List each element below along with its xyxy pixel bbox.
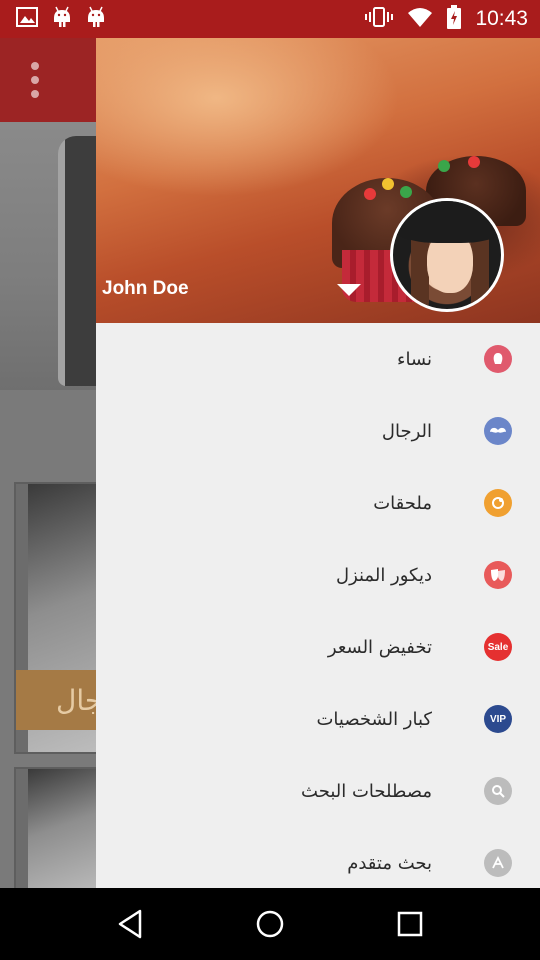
status-time: 10:43 [475,7,528,30]
avatar[interactable] [390,198,504,312]
drawer-menu-item[interactable]: تخفيض السعر Sale [96,611,540,683]
status-bar: 10:43 [0,0,540,38]
drawer-menu-item[interactable]: نساء [96,323,540,395]
drawer-menu-item-label: ديكور المنزل [335,564,432,586]
wifi-icon [407,7,433,31]
sprinkle-decoration [468,156,480,168]
sprinkle-decoration [438,160,450,172]
vibrate-icon [365,6,394,32]
drawer-menu-item-label: كبار الشخصيات [316,708,432,730]
system-navigation-bar [0,888,540,960]
sprinkle-decoration [382,178,394,190]
sale-icon: Sale [484,633,512,661]
drawer-menu-item[interactable]: كبار الشخصيات VIP [96,683,540,755]
category-card-label: رجال [16,670,106,730]
mustache-icon [484,417,512,445]
image-icon [16,7,38,31]
drawer-menu-item-label: بحث متقدم [347,852,432,874]
drawer-menu-item[interactable]: ملحقات [96,467,540,539]
category-card-image [28,769,104,895]
navigation-drawer: John Doe نساء الرجال ملحقات ديكور المنزل تخف… [96,38,540,888]
recents-icon[interactable] [380,894,440,954]
drawer-menu-item-label: تخفيض السعر [327,636,432,658]
drawer-menu-item[interactable]: الرجال [96,395,540,467]
drawer-menu-item[interactable]: ديكور المنزل [96,539,540,611]
search-icon [484,777,512,805]
android-icon [86,6,106,32]
drawer-header: John Doe [96,38,540,323]
vip-icon: VIP [484,705,512,733]
drawer-menu-item-label: مصطلحات البحث [301,780,432,802]
home-icon[interactable] [240,894,300,954]
back-icon[interactable] [100,894,160,954]
battery-icon [447,5,462,33]
drawer-menu: نساء الرجال ملحقات ديكور المنزل تخفيض السعر S… [96,323,540,888]
user-name: John Doe [102,278,189,299]
drawer-menu-item-label: الرجال [381,420,432,442]
drawer-menu-item[interactable]: مصطلحات البحث [96,755,540,827]
vip-icon-text: VIP [489,713,507,725]
sprinkle-decoration [364,188,376,200]
more-vertical-icon[interactable] [18,58,52,102]
android-icon [52,6,72,32]
sprinkle-decoration [400,186,412,198]
drawer-menu-item[interactable]: بحث متقدم [96,827,540,888]
masks-icon [484,561,512,589]
account-dropdown-icon[interactable] [336,282,362,298]
women-icon [484,345,512,373]
category-card [14,767,104,897]
drawer-menu-item-label: ملحقات [373,492,432,514]
hero-banner-image [0,122,98,390]
advanced-search-icon [484,849,512,877]
sale-icon-text: Sale [487,641,509,653]
drawer-menu-item-label: نساء [396,348,432,370]
category-card: رجال [14,482,106,754]
accessories-icon [484,489,512,517]
